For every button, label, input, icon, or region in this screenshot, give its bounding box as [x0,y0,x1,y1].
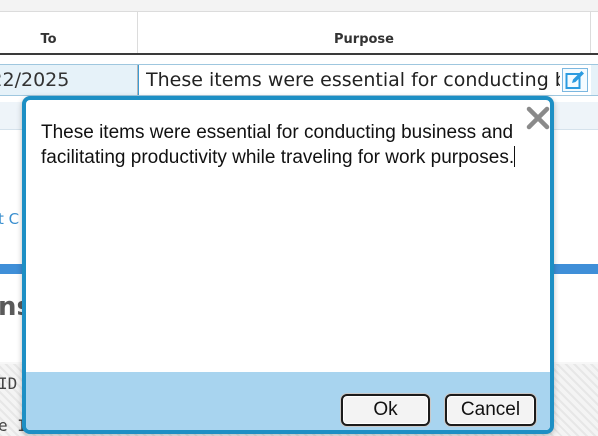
purpose-value: These items were essential for conductin… [146,69,560,91]
screen: To Purpose /22/2025 These items were ess… [0,0,598,436]
close-button[interactable] [524,104,550,132]
background-link[interactable]: t C [0,210,19,228]
table-row[interactable]: /22/2025 These items were essential for … [0,64,598,96]
to-date-value: /22/2025 [0,69,70,91]
purpose-edit-dialog: These items were essential for conductin… [22,96,554,434]
id-label-1: ID [0,374,18,393]
pencil-icon [565,71,584,89]
column-header-to[interactable]: To [0,12,138,53]
ok-button[interactable]: Ok [341,394,430,426]
edit-purpose-button[interactable] [562,68,588,92]
column-header-purpose[interactable]: Purpose [138,12,591,53]
text-cursor [514,146,516,167]
dialog-footer: Ok Cancel [26,372,550,430]
purpose-text: These items were essential for conductin… [41,122,515,168]
purpose-textarea[interactable]: These items were essential for conductin… [41,120,541,170]
top-strip [0,0,598,12]
purpose-cell[interactable]: These items were essential for conductin… [138,65,591,95]
to-date-cell[interactable]: /22/2025 [0,65,138,95]
cancel-button[interactable]: Cancel [445,394,536,426]
table-header: To Purpose [0,12,598,55]
close-icon [526,106,550,130]
